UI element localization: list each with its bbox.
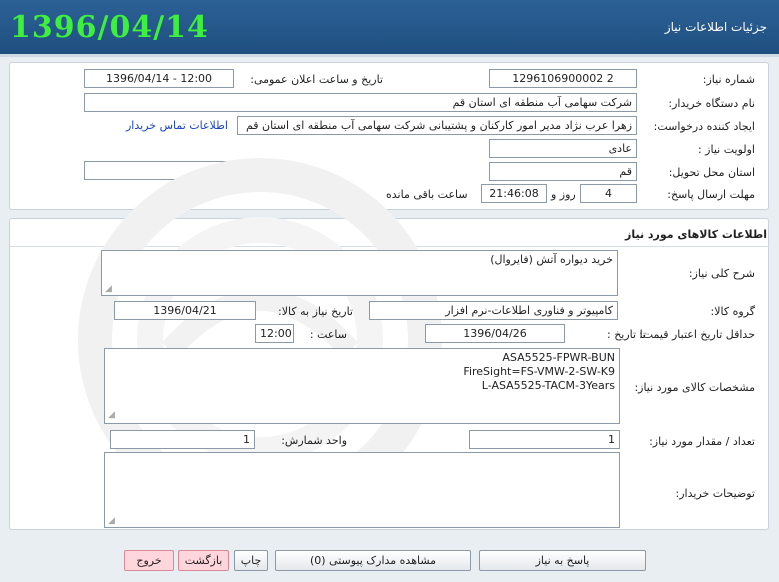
reply-button[interactable]: پاسخ به نیاز (479, 550, 646, 571)
need-date-field[interactable]: 1396/04/21 (114, 301, 256, 320)
group-label: گروه کالا: (710, 305, 755, 318)
unit-field[interactable]: 1 (110, 430, 255, 449)
print-button[interactable]: چاپ (234, 550, 268, 571)
until-date-label: تا تاریخ : (607, 328, 646, 341)
until-date-field[interactable]: 1396/04/26 (425, 324, 565, 343)
announce-label: تاریخ و ساعت اعلان عمومی: (250, 73, 383, 86)
section-divider (10, 246, 769, 247)
time-left-label: ساعت باقی مانده (386, 188, 468, 201)
desc-label: شرح کلی نیاز: (688, 267, 755, 280)
need-number-label: شماره نیاز: (702, 73, 755, 86)
buyer-org-label: نام دستگاه خریدار: (668, 97, 755, 110)
exit-button[interactable]: خروج (124, 550, 174, 571)
hour-field[interactable]: 12:00 (255, 324, 294, 343)
priority-label: اولویت نیاز : (697, 143, 755, 156)
priority-field[interactable]: عادی (489, 139, 637, 158)
goods-section-title: اطلاعات کالاهای مورد نیاز (625, 228, 767, 241)
desc-textarea[interactable]: خرید دیواره آتش (فایروال) ◢ (101, 250, 618, 296)
requester-field[interactable]: زهرا عرب نژاد مدیر امور کارکنان و پشتیبا… (237, 116, 637, 135)
days-label: روز و (551, 188, 576, 201)
province-field[interactable]: قم (489, 162, 637, 181)
time-left-field[interactable]: 21:46:08 (481, 184, 547, 203)
attachments-button[interactable]: مشاهده مدارک پیوستی (0) (275, 550, 471, 571)
hour-label: ساعت : (309, 328, 347, 341)
buyer-notes-textarea[interactable]: ◢ (104, 452, 620, 528)
city-field[interactable]: قم (84, 161, 234, 180)
unit-label: واحد شمارش: (281, 434, 347, 447)
buyer-notes-label: توضیحات خریدار: (675, 487, 756, 500)
buyer-org-field[interactable]: شرکت سهامی آب منطقه ای استان قم (84, 93, 637, 112)
desc-text: خرید دیواره آتش (فایروال) (490, 253, 613, 266)
requester-label: ایجاد کننده درخواست: (653, 120, 755, 133)
header-date: 1396/04/14 (10, 10, 209, 45)
announce-field[interactable]: 1396/04/14 - 12:00 (84, 69, 234, 88)
buyer-contact-link[interactable]: اطلاعات تماس خریدار (126, 119, 228, 132)
spec-line: FireSight=FS-VMW-2-SW-K9 (463, 365, 615, 378)
group-field[interactable]: کامپیوتر و فناوری اطلاعات-نرم افزار (369, 301, 618, 320)
specs-textarea[interactable]: ASA5525-FPWR-BUN FireSight=FS-VMW-2-SW-K… (104, 348, 620, 424)
province-label: استان محل تحویل: (668, 166, 755, 179)
need-number-field[interactable]: 1296106900002 2 (489, 69, 637, 88)
qty-field[interactable]: 1 (469, 430, 620, 449)
min-validity-label: حداقل تاریخ اعتبار قیمت: (639, 328, 755, 341)
page-title: جزئیات اطلاعات نیاز (664, 20, 767, 34)
resize-grip-icon[interactable]: ◢ (108, 516, 115, 526)
spec-line: L-ASA5525-TACM-3Years (481, 379, 615, 392)
days-field[interactable]: 4 (580, 184, 637, 203)
specs-label: مشخصات کالای مورد نیاز: (634, 381, 755, 394)
back-button[interactable]: بازگشت (178, 550, 229, 571)
need-date-label: تاریخ نیاز به کالا: (278, 305, 353, 318)
city-label: شهر محل تحویل: (244, 165, 324, 178)
resize-grip-icon[interactable]: ◢ (108, 408, 115, 422)
resize-grip-icon[interactable]: ◢ (105, 284, 112, 294)
page-header: 1396/04/14 جزئیات اطلاعات نیاز (0, 0, 779, 57)
deadline-label: مهلت ارسال پاسخ: (667, 188, 755, 201)
spec-line: ASA5525-FPWR-BUN (502, 351, 615, 364)
qty-label: تعداد / مقدار مورد نیاز: (649, 435, 755, 448)
